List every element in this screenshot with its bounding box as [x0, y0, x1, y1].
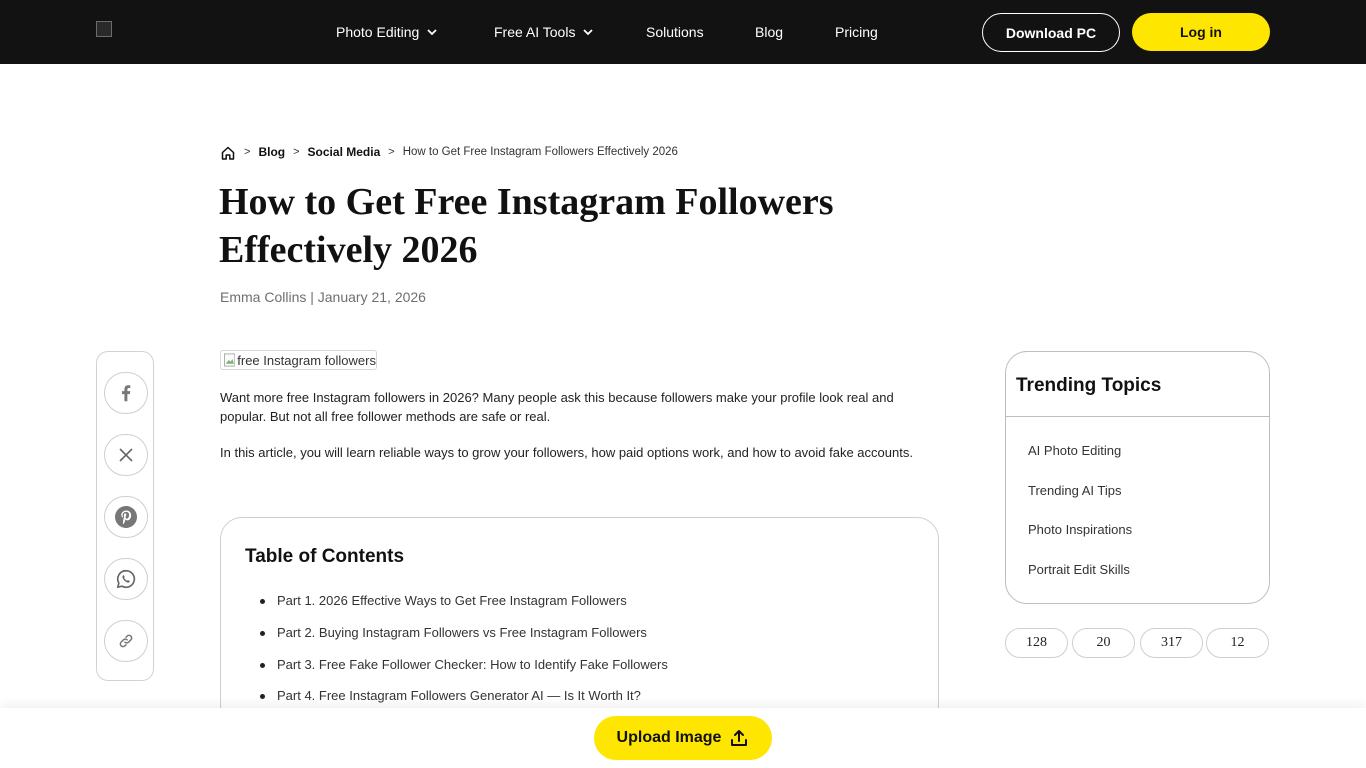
top-nav-bar: Photo Editing Free AI Tools Solutions Bl…	[0, 0, 1366, 64]
share-copy-link-button[interactable]	[104, 620, 148, 662]
trending-topics-title: Trending Topics	[1016, 375, 1162, 396]
trending-topics-panel: Trending Topics AI Photo Editing Trendin…	[1005, 351, 1270, 604]
pinterest-icon	[115, 506, 137, 528]
toc-title: Table of Contents	[245, 546, 405, 567]
breadcrumb-separator: >	[293, 146, 300, 158]
toc-item[interactable]: Part 4. Free Instagram Followers Generat…	[260, 688, 641, 703]
login-button[interactable]: Log in	[1132, 13, 1270, 51]
nav-label: Blog	[755, 24, 784, 40]
nav-label: Solutions	[646, 24, 704, 40]
trending-topic-link[interactable]: Portrait Edit Skills	[1028, 562, 1130, 577]
trending-topic-link[interactable]: Photo Inspirations	[1028, 522, 1132, 537]
share-whatsapp-button[interactable]	[104, 558, 148, 600]
upload-icon	[731, 730, 748, 746]
intro-paragraph: In this article, you will learn reliable…	[220, 445, 913, 460]
nav-blog[interactable]: Blog	[755, 0, 783, 64]
breadcrumb-social-media[interactable]: Social Media	[308, 145, 381, 159]
nav-label: Free AI Tools	[494, 24, 576, 40]
site-logo[interactable]	[96, 21, 112, 37]
page-title: How to Get Free Instagram Followers Effe…	[219, 178, 939, 274]
hero-image-alt: free Instagram followers	[237, 352, 376, 368]
nav-pricing[interactable]: Pricing	[835, 0, 878, 64]
nav-label: Pricing	[835, 24, 878, 40]
share-sidebar	[96, 351, 154, 681]
toc-item[interactable]: Part 1. 2026 Effective Ways to Get Free …	[260, 593, 627, 608]
breadcrumb-blog[interactable]: Blog	[258, 145, 285, 159]
breadcrumb: > Blog > Social Media > How to Get Free …	[220, 143, 678, 161]
article-byline: Emma Collins | January 21, 2026	[220, 289, 426, 305]
table-of-contents: Table of Contents Part 1. 2026 Effective…	[220, 517, 939, 727]
trending-topic-link[interactable]: AI Photo Editing	[1028, 443, 1121, 458]
divider	[1006, 416, 1269, 417]
nav-label: Photo Editing	[336, 24, 420, 40]
trending-topic-link[interactable]: Trending AI Tips	[1028, 483, 1121, 498]
chevron-down-icon	[583, 29, 594, 36]
stat-badge[interactable]: 12	[1206, 628, 1269, 658]
download-pc-button[interactable]: Download PC	[982, 13, 1120, 52]
upload-image-label: Upload Image	[616, 729, 722, 746]
nav-free-ai-tools[interactable]: Free AI Tools	[494, 0, 594, 64]
page-title-line1: How to Get Free Instagram Followers	[219, 181, 834, 223]
home-icon[interactable]	[220, 145, 236, 161]
hero-image: free Instagram followers	[220, 350, 377, 370]
broken-image-icon	[224, 353, 236, 367]
upload-image-button[interactable]: Upload Image	[594, 716, 772, 760]
chevron-down-icon	[427, 29, 437, 36]
link-icon	[119, 634, 133, 648]
share-facebook-button[interactable]	[104, 372, 148, 414]
breadcrumb-separator: >	[388, 146, 395, 158]
stat-badge[interactable]: 20	[1072, 628, 1135, 658]
breadcrumb-separator: >	[244, 146, 251, 158]
stat-badge[interactable]: 317	[1140, 628, 1203, 658]
page-title-line2: Effectively 2026	[219, 229, 478, 271]
share-x-button[interactable]	[104, 434, 148, 476]
whatsapp-icon	[116, 569, 136, 589]
facebook-icon	[121, 385, 131, 402]
nav-photo-editing[interactable]: Photo Editing	[336, 0, 438, 64]
share-pinterest-button[interactable]	[104, 496, 148, 538]
toc-item[interactable]: Part 3. Free Fake Follower Checker: How …	[260, 657, 668, 672]
breadcrumb-current: How to Get Free Instagram Followers Effe…	[402, 146, 678, 158]
intro-paragraph: Want more free Instagram followers in 20…	[220, 390, 894, 424]
x-icon	[119, 448, 133, 462]
stat-badge[interactable]: 128	[1005, 628, 1068, 658]
nav-solutions[interactable]: Solutions	[646, 0, 704, 64]
toc-item[interactable]: Part 2. Buying Instagram Followers vs Fr…	[260, 625, 647, 640]
